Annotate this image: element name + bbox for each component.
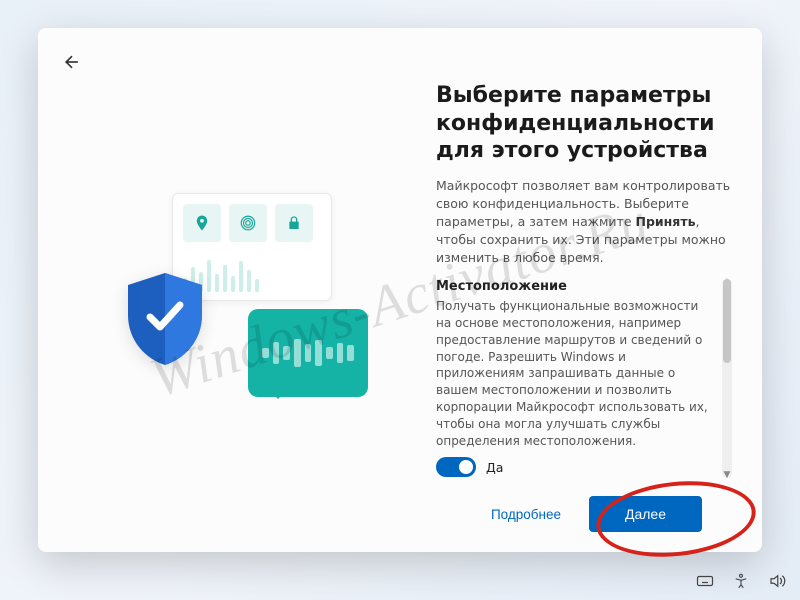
page-title: Выберите параметры конфиденциальности дл… [436, 82, 732, 165]
settings-pane: Выберите параметры конфиденциальности дл… [436, 82, 732, 552]
dialog-footer: Подробнее Далее [436, 486, 732, 552]
oobe-dialog: Выберите параметры конфиденциальности дл… [38, 28, 762, 552]
location-pin-icon [183, 204, 221, 242]
toggle-row: Да [436, 457, 714, 477]
section-title: Местоположение [436, 279, 714, 294]
hero-speech-bubble [248, 309, 368, 397]
intro-text: Майкрософт позволяет вам контролировать … [436, 177, 732, 268]
scrollbar[interactable]: ▲ ▼ [722, 279, 732, 478]
accessibility-icon[interactable] [732, 572, 750, 590]
keyboard-icon[interactable] [696, 572, 714, 590]
scroll-down-arrow-icon[interactable]: ▼ [722, 470, 732, 480]
section-body: Получать функциональные возможности на о… [436, 298, 714, 449]
settings-scroll-area: Местоположение Получать функциональные в… [436, 279, 732, 478]
lock-icon [275, 204, 313, 242]
hero-illustration [118, 187, 378, 407]
scrollbar-thumb[interactable] [723, 279, 731, 363]
toggle-label: Да [486, 460, 503, 475]
arrow-left-icon [62, 52, 82, 72]
fingerprint-icon [229, 204, 267, 242]
hero-pane [68, 82, 428, 552]
system-tray [696, 572, 786, 590]
shield-check-icon [122, 271, 208, 367]
dialog-content: Выберите параметры конфиденциальности дл… [38, 28, 762, 552]
settings-list: Местоположение Получать функциональные в… [436, 279, 716, 478]
next-button[interactable]: Далее [589, 496, 702, 532]
location-toggle[interactable] [436, 457, 476, 477]
section-location: Местоположение Получать функциональные в… [436, 279, 714, 477]
volume-icon[interactable] [768, 572, 786, 590]
back-button[interactable] [62, 52, 82, 76]
learn-more-link[interactable]: Подробнее [491, 507, 561, 522]
